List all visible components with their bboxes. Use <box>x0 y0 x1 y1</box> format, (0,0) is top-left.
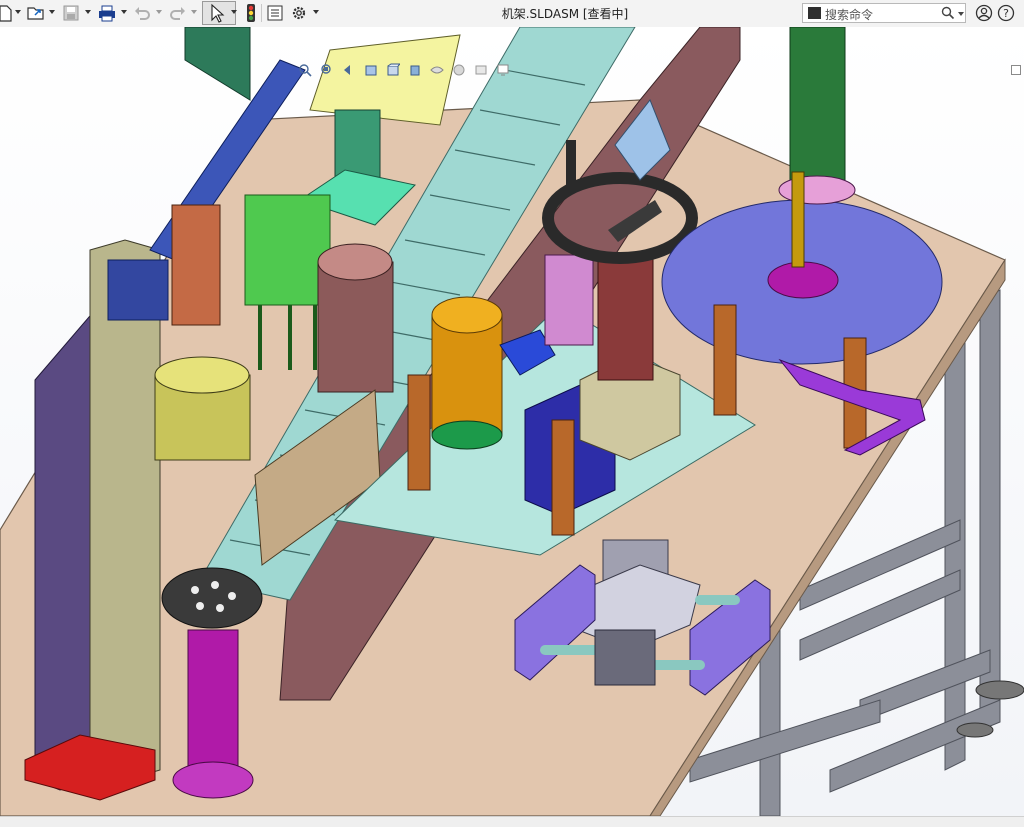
new-document-icon[interactable] <box>0 2 12 24</box>
green-cylinder-block <box>244 194 331 306</box>
red-shaft <box>597 254 654 381</box>
user-icon[interactable] <box>975 4 993 22</box>
yellow-sign-panel <box>309 34 461 126</box>
display-style-icon[interactable] <box>406 61 424 79</box>
assembly-model-view[interactable] <box>0 27 1024 816</box>
chevron-down-icon[interactable] <box>155 8 163 16</box>
blue-carriage <box>107 259 169 321</box>
status-strip <box>0 816 1024 827</box>
chevron-down-icon[interactable] <box>230 8 238 16</box>
gear-icon[interactable] <box>289 2 309 24</box>
gold-pin <box>791 171 805 268</box>
chevron-down-icon[interactable] <box>190 8 198 16</box>
apply-scene-icon[interactable] <box>472 61 490 79</box>
hide-show-icon[interactable] <box>428 61 446 79</box>
pink-cylinder <box>544 254 594 346</box>
black-holder <box>161 567 263 629</box>
green-bracket <box>184 27 251 101</box>
save-icon[interactable] <box>61 2 81 24</box>
heads-up-view-toolbar <box>296 61 512 79</box>
redo-icon[interactable] <box>168 2 188 24</box>
chevron-down-icon[interactable] <box>957 10 965 18</box>
traffic-light-icon[interactable] <box>243 2 259 24</box>
file-properties-icon[interactable] <box>265 2 285 24</box>
view-settings-icon[interactable] <box>494 61 512 79</box>
zoom-area-icon[interactable] <box>318 61 336 79</box>
search-icon[interactable] <box>941 6 955 20</box>
search-placeholder: 搜索命令 <box>825 8 874 22</box>
edit-appearance-icon[interactable] <box>450 61 468 79</box>
graphics-area[interactable] <box>0 27 1024 816</box>
zoom-to-fit-icon[interactable] <box>296 61 314 79</box>
chevron-down-icon[interactable] <box>48 8 56 16</box>
print-icon[interactable] <box>96 2 118 24</box>
chevron-down-icon[interactable] <box>120 8 128 16</box>
help-icon[interactable]: ? <box>997 4 1015 22</box>
svg-text:?: ? <box>1003 7 1009 20</box>
undo-icon[interactable] <box>132 2 152 24</box>
search-commands-field[interactable]: 搜索命令 <box>802 3 966 23</box>
chevron-down-icon[interactable] <box>84 8 92 16</box>
handwheel-grip <box>566 140 576 185</box>
chevron-down-icon[interactable] <box>312 8 320 16</box>
section-view-icon[interactable] <box>362 61 380 79</box>
view-orientation-icon[interactable] <box>384 61 402 79</box>
rose-drum <box>317 261 394 393</box>
grey-slider-block <box>594 629 656 686</box>
open-folder-icon[interactable] <box>26 2 46 24</box>
previous-view-icon[interactable] <box>340 61 358 79</box>
command-prompt-icon <box>808 7 821 19</box>
command-bar: 机架.SLDASM [查看中] 搜索命令 ? <box>0 0 1024 28</box>
magenta-base <box>172 761 254 799</box>
copper-cylinder <box>171 204 221 326</box>
upright-column <box>89 239 161 781</box>
chevron-down-icon[interactable] <box>14 8 22 16</box>
task-pane-expand-icon[interactable] <box>1011 65 1021 75</box>
document-title: 机架.SLDASM [查看中] <box>501 7 629 21</box>
magenta-pillar <box>187 629 239 781</box>
